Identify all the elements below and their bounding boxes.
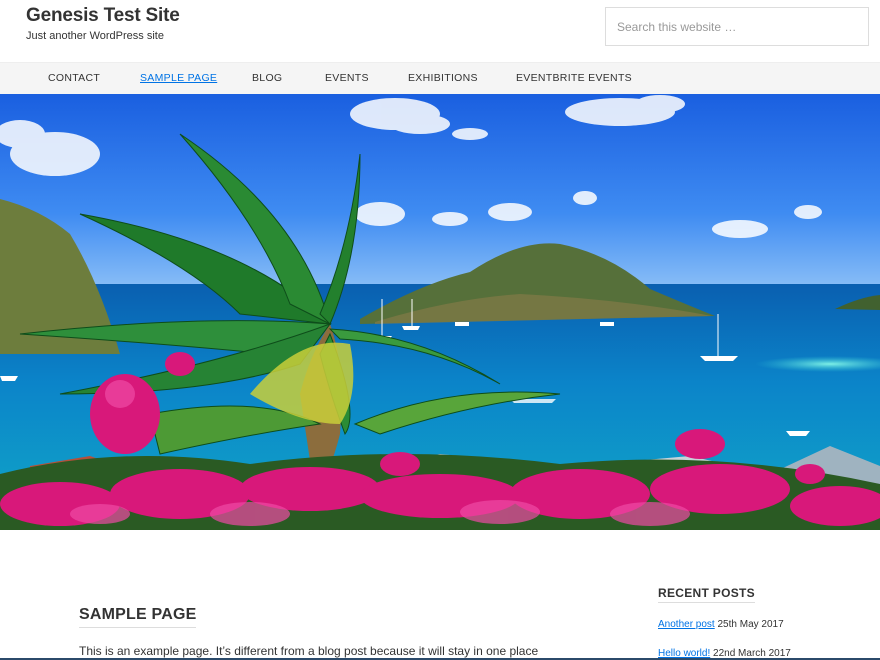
nav-item-sample-page[interactable]: SAMPLE PAGE: [140, 63, 217, 95]
nav-item-exhibitions[interactable]: EXHIBITIONS: [408, 63, 478, 95]
recent-post-link[interactable]: Another post: [658, 619, 715, 630]
nav-item-events[interactable]: EVENTS: [325, 63, 369, 95]
tropical-bay-illustration: [0, 94, 880, 530]
search-form: [605, 7, 869, 46]
primary-nav: CONTACT SAMPLE PAGE BLOG EVENTS EXHIBITI…: [0, 62, 880, 94]
search-input[interactable]: [606, 8, 868, 45]
main-content: SAMPLE PAGE This is an example page. It’…: [0, 530, 880, 660]
site-description: Just another WordPress site: [26, 30, 164, 42]
site-title[interactable]: Genesis Test Site: [26, 5, 180, 27]
recent-posts-title: RECENT POSTS: [658, 586, 755, 603]
hero-image: [0, 94, 880, 530]
recent-post-item: Another post 25th May 2017: [658, 619, 784, 630]
nav-item-eventbrite-events[interactable]: EVENTBRITE EVENTS: [516, 63, 632, 95]
nav-item-contact[interactable]: CONTACT: [48, 63, 100, 95]
recent-post-date: 25th May 2017: [717, 619, 784, 630]
nav-item-blog[interactable]: BLOG: [252, 63, 282, 95]
site-header: Genesis Test Site Just another WordPress…: [0, 0, 880, 62]
page-body-text: This is an example page. It’s different …: [79, 644, 539, 658]
page-title: SAMPLE PAGE: [79, 606, 197, 628]
